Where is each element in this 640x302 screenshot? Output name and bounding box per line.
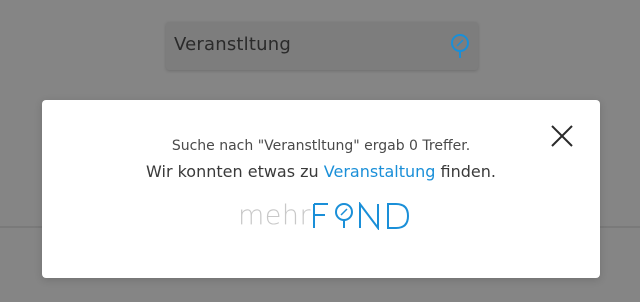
search-pin-icon[interactable] (448, 32, 472, 62)
search-input[interactable]: Veranstltung (166, 22, 478, 70)
no-results-dialog: Suche nach "Veranstltung" ergab 0 Treffe… (42, 100, 600, 278)
logo-text-mehr: mehr (238, 200, 312, 231)
suggestion-prefix: Wir konnten etwas zu (146, 162, 324, 181)
suggestion-link[interactable]: Veranstaltung (324, 162, 436, 181)
logo-text-find (313, 202, 410, 230)
mehrfind-logo: mehr (238, 200, 412, 232)
suggestion-suffix: finden. (435, 162, 496, 181)
suggestion-message: Wir konnten etwas zu Veranstaltung finde… (42, 162, 600, 181)
search-input-value: Veranstltung (174, 34, 291, 55)
result-count-message: Suche nach "Veranstltung" ergab 0 Treffe… (171, 138, 471, 154)
